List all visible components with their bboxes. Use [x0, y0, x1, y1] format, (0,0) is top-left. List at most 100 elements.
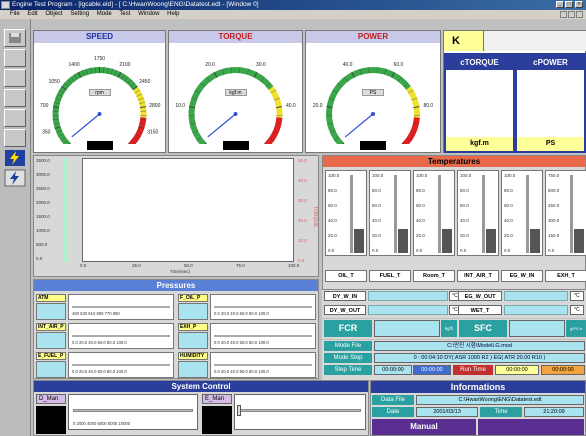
d-man-label[interactable]: D_Man [36, 394, 66, 404]
temp-fill [486, 229, 496, 253]
speed-tick-label: 350 [42, 129, 51, 135]
pressure-scale: 0.0 20.0 40.0 60.0 80.0 100.0 [214, 369, 269, 374]
step-time-value-2: 00:00:00 [413, 365, 451, 375]
cpower-label: cPOWER [517, 55, 584, 70]
torque-hub [233, 112, 238, 116]
power-hub [371, 112, 375, 116]
chart-left-tick: 500.0 [36, 242, 48, 247]
minimize-button[interactable]: _ [556, 1, 564, 8]
pressure-value-int-air-p [36, 332, 66, 349]
mdi-minimize-button[interactable] [560, 11, 567, 18]
menu-object[interactable]: Object [45, 11, 62, 17]
speed-gauge: SPEED03507001050140017502100245028003150… [33, 30, 166, 153]
sfc-unit: g/PS.h [566, 320, 586, 337]
menu-window[interactable]: Window [138, 11, 159, 17]
temp-tick: 60.0 [328, 203, 337, 208]
pressure-label-f-oil-p: F_OIL_P [178, 294, 208, 302]
lightning-icon[interactable] [4, 149, 26, 167]
wet-t-unit: °C [570, 305, 584, 315]
pressure-scale: 0.0 20.0 40.0 60.0 80.0 100.0 [214, 340, 269, 345]
torque-digital-display [222, 141, 249, 150]
maximize-button[interactable]: □ [565, 1, 573, 8]
temp-tick: 100.0 [504, 173, 516, 178]
power-gauge: POWER0.020.040.060.080.0100.0PS [305, 30, 441, 153]
d-man-scale: 0 2000 4000 6000 8000 10000 [73, 421, 131, 426]
menu-setting[interactable]: Setting [70, 11, 89, 17]
power-tick-label: 60.0 [394, 62, 404, 68]
power-arc-green [325, 66, 411, 144]
mode-file-label: Mode File [324, 341, 372, 351]
chart-left-tick: 3500.0 [36, 158, 50, 163]
speed-digital-display [86, 141, 113, 150]
mdi-close-button[interactable] [576, 11, 583, 18]
pressure-label-atm: ATM [36, 294, 66, 302]
pressure-label-int-air-p: INT_AIR_P [36, 323, 66, 331]
pressure-value-e-fuel-p [36, 361, 66, 378]
eg-w-out-unit: °C [570, 291, 584, 301]
run-icon[interactable] [4, 169, 26, 187]
pressures-panel: Pressures ATM 460 530 610 690 770 850 F_OI… [33, 279, 319, 379]
temp-fill [442, 229, 452, 253]
mode-step-label: Mode Step [324, 353, 372, 363]
toolbar-button-6[interactable] [4, 129, 26, 147]
menu-bar: File Edit Object Setting Mode Test Windo… [0, 10, 586, 19]
d-man-slider[interactable]: 0 2000 4000 6000 8000 10000 [68, 394, 198, 430]
temp-tick: 80.0 [416, 188, 425, 193]
temperature-fields: DY_W_IN °C EG_W_OUT °C DY_W_OUT °C WET_T… [322, 290, 586, 318]
speed-tick-label: 2100 [119, 62, 130, 68]
temp-fill [354, 229, 364, 253]
mdi-restore-button[interactable] [568, 11, 575, 18]
e-man-display [202, 406, 232, 434]
auto-button[interactable] [478, 419, 584, 435]
speed-needle [71, 113, 100, 138]
fcr-value [374, 320, 440, 337]
manual-button[interactable]: Manual [372, 419, 476, 435]
chart-x-label: Time(sec) [170, 269, 190, 274]
fcr-unit: kg/h [441, 320, 457, 337]
ctorque-box: cTORQUE kgf.m [444, 53, 515, 153]
close-button[interactable]: × [575, 1, 583, 8]
speed-tick-label: 2800 [149, 103, 160, 109]
dy-w-out-value [368, 305, 448, 315]
temp-tick: 80.0 [504, 188, 513, 193]
window-title: Engine Test Program - [lgcable.eld] - [ … [12, 1, 259, 8]
temp-tick: 600.0 [548, 188, 560, 193]
menu-help[interactable]: Help [167, 11, 179, 17]
menu-file[interactable]: File [10, 11, 20, 17]
toolbar-button-1[interactable] [4, 29, 26, 47]
e-man-track [239, 409, 361, 412]
toolbar-button-3[interactable] [4, 69, 26, 87]
menu-mode[interactable]: Mode [97, 11, 112, 17]
e-man-slider[interactable] [234, 394, 366, 430]
speed-unit: rpm [88, 89, 111, 96]
temp-scale-line [482, 175, 485, 253]
temp-tick: 750.0 [548, 173, 560, 178]
toolbar-button-4[interactable] [4, 89, 26, 107]
chart-right-tick: 40.0 [298, 178, 307, 183]
e-man-label[interactable]: E_Man [202, 394, 232, 404]
torque-gauge: TORQUE0.010.020.030.040.050.0kgf.m [168, 30, 303, 153]
speed-hub [97, 112, 102, 116]
e-man-thumb[interactable] [237, 405, 241, 416]
mode-file-value: C:\만진 시험\ModelLG.mod [374, 341, 585, 351]
informations-title: Informations [371, 381, 585, 393]
toolbar-button-5[interactable] [4, 109, 26, 127]
pressure-scale: 0.0 20.0 40.0 60.0 80.0 100.0 [214, 311, 269, 316]
torque-unit: kgf.m [224, 89, 247, 96]
pressure-track [214, 335, 312, 337]
system-control-title: System Control [34, 381, 368, 392]
informations-panel: Informations Data File C:\HwanWoong\ENG\… [370, 380, 586, 436]
date-label: Date [372, 407, 414, 417]
toolbar-button-2[interactable] [4, 49, 26, 67]
cpower-box: cPOWER PS [515, 53, 586, 153]
trend-chart-panel: 3500.0 3000.0 2500.0 2000.0 1500.0 1000.0 500.… [33, 155, 319, 277]
chart-x-tick: 75.0 [236, 263, 245, 268]
temp-tick: 0.0 [416, 248, 423, 253]
temp-column-room-t: 100.0 80.0 60.0 40.0 20.0 0.0 [413, 170, 455, 256]
menu-test[interactable]: Test [119, 11, 130, 17]
temp-tick: 40.0 [416, 218, 425, 223]
run-time-value: 00:00:00 [495, 365, 539, 375]
pressures-title: Pressures [34, 280, 318, 291]
menu-edit[interactable]: Edit [27, 11, 37, 17]
app-icon [1, 1, 10, 9]
